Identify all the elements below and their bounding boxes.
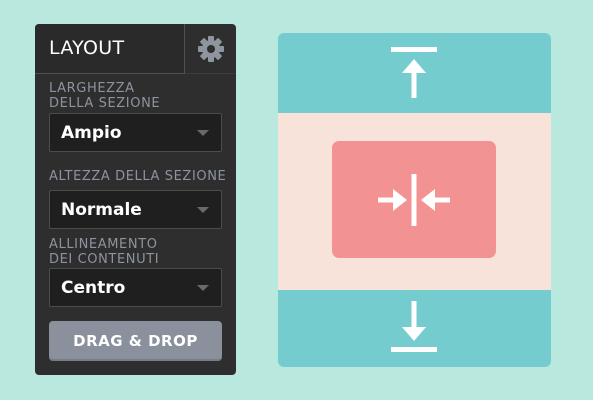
chevron-down-icon [197, 207, 209, 213]
section-layout-preview [278, 33, 551, 367]
content-alignment-label: ALLINEAMENTO DEI CONTENUTI [49, 237, 159, 267]
content-alignment-value: Centro [61, 278, 126, 298]
section-width-label-line2: DELLA SEZIONE [49, 96, 161, 111]
section-height-value: Normale [61, 200, 142, 220]
tab-layout-label: LAYOUT [49, 37, 125, 59]
content-box [332, 141, 496, 258]
drag-drop-button[interactable]: DRAG & DROP [49, 321, 222, 361]
chevron-down-icon [197, 285, 209, 291]
expand-up-arrow-icon [391, 47, 437, 98]
section-height-label: ALTEZZA DELLA SEZIONE [49, 169, 227, 184]
tab-layout[interactable]: LAYOUT [35, 24, 185, 74]
section-width-value: Ampio [61, 123, 122, 143]
section-width-select[interactable]: Ampio [49, 113, 222, 152]
expand-down-arrow-icon [391, 301, 437, 352]
gear-icon [198, 36, 224, 62]
section-width-label-line1: LARGHEZZA [49, 81, 135, 96]
content-alignment-label-line2: DEI CONTENUTI [49, 252, 160, 267]
chevron-down-icon [197, 130, 209, 136]
content-alignment-select[interactable]: Centro [49, 268, 222, 307]
drag-drop-button-label: DRAG & DROP [73, 332, 198, 350]
section-height-select[interactable]: Normale [49, 190, 222, 229]
align-center-arrows-icon [378, 174, 450, 226]
layout-settings-panel: LAYOUT LARGHEZZA DELLA SEZIONE Ampio ALT… [35, 24, 236, 375]
section-width-label: LARGHEZZA DELLA SEZIONE [49, 81, 160, 111]
content-alignment-label-line1: ALLINEAMENTO [49, 237, 158, 252]
settings-tab[interactable] [185, 24, 236, 74]
